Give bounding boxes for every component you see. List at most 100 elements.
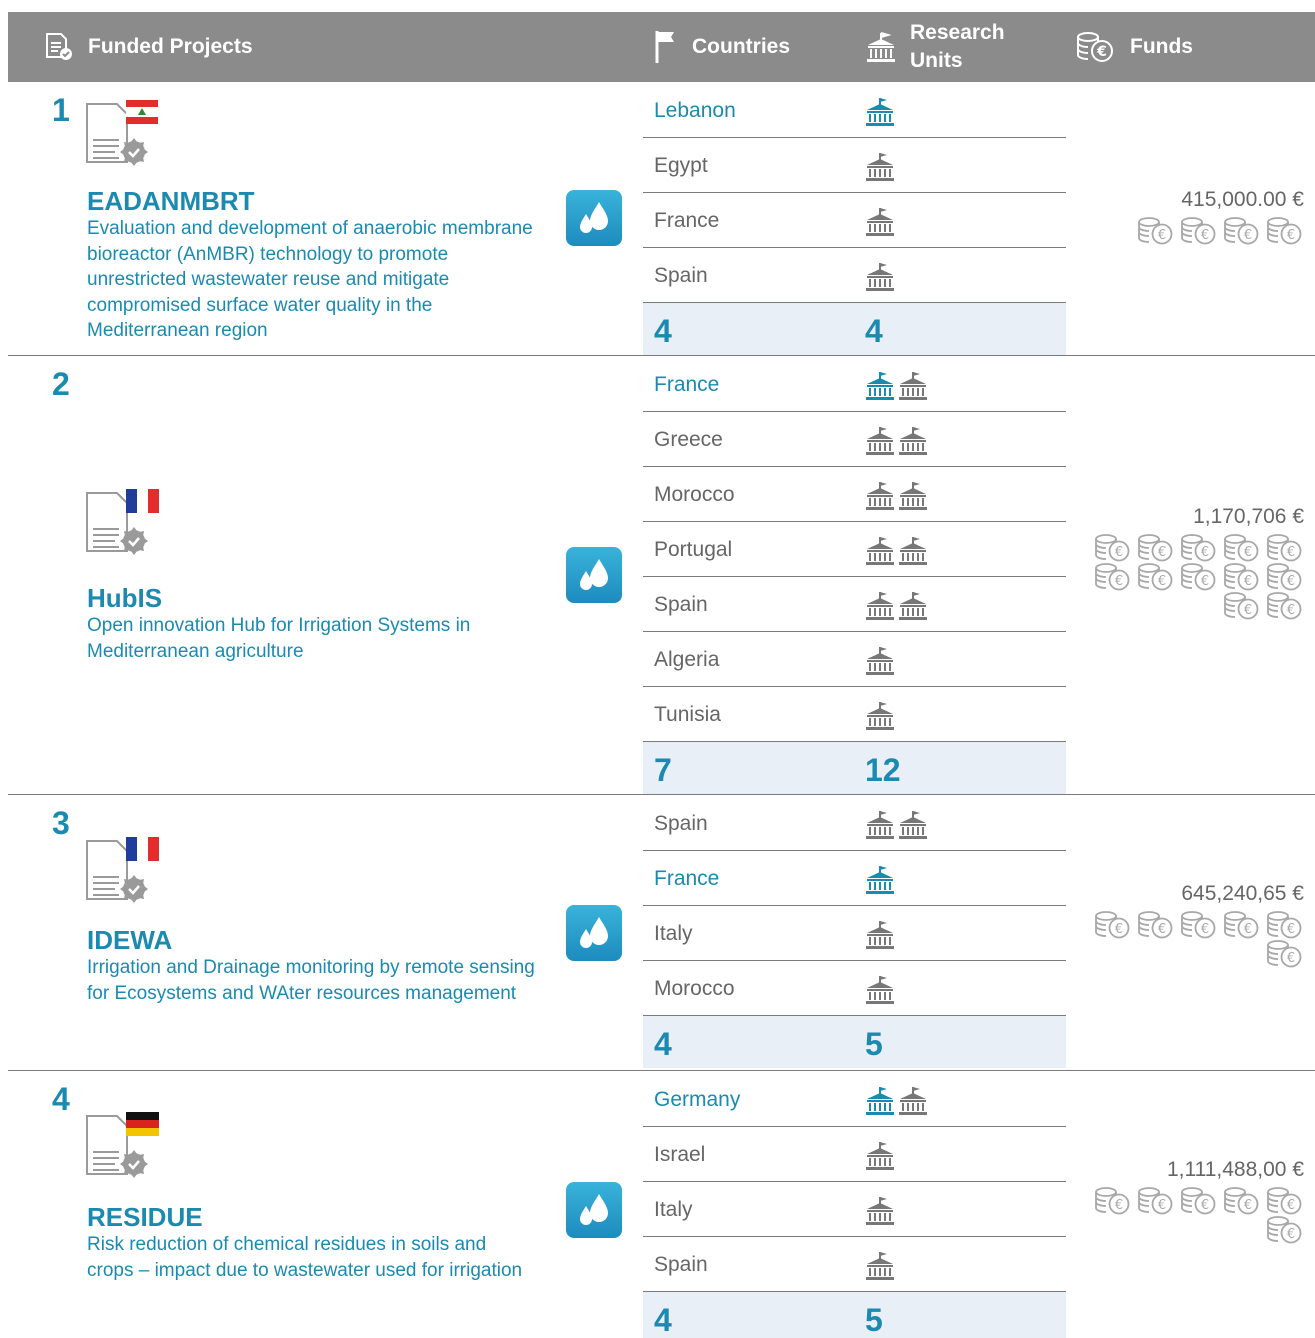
project-description: Evaluation and development of anaerobic … <box>87 218 533 341</box>
country-row: France <box>643 851 1066 906</box>
coin-euro-icon: € <box>1267 563 1302 591</box>
totals-row: 7 12 <box>643 742 1066 794</box>
research-unit-icon <box>866 208 894 236</box>
research-units-icons <box>865 207 895 237</box>
totals-row: 45 <box>643 1016 1066 1068</box>
svg-text:€: € <box>1244 603 1252 618</box>
header-units-label: Research Units <box>910 21 1005 72</box>
totals-row: 45 <box>643 1292 1066 1338</box>
total-countries: 4 <box>654 313 672 349</box>
country-name: France <box>654 209 720 232</box>
funds-cell: 645,240,65 € € € € € € € <box>1044 880 1304 968</box>
country-name: France <box>654 867 720 890</box>
total-units: 4 <box>865 313 883 349</box>
water-drops-icon <box>566 190 622 246</box>
country-name: Italy <box>654 922 693 945</box>
country-row: Spain <box>643 796 1066 851</box>
svg-text:€: € <box>1244 228 1252 243</box>
coin-icons: € € € € <box>1132 216 1304 245</box>
coin-euro-icon: € <box>1095 1187 1130 1215</box>
project-description: Open innovation Hub for Irrigation Syste… <box>87 615 471 662</box>
total-units: 12 <box>865 752 901 788</box>
svg-text:€: € <box>1201 1198 1209 1213</box>
research-unit-icon <box>866 427 894 455</box>
coin-icons: € € € € € € <box>1089 910 1304 968</box>
country-row: Italy <box>643 906 1066 961</box>
research-unit-icon <box>866 482 894 510</box>
svg-text:€: € <box>1158 545 1166 560</box>
funds-amount: 1,111,488,00 € <box>1166 1158 1304 1181</box>
research-units-icons <box>865 1196 895 1226</box>
country-name: Spain <box>654 264 708 287</box>
svg-text:€: € <box>1287 228 1295 243</box>
coin-icons: € € € € € € € € € € € € <box>1089 533 1304 620</box>
country-name: Spain <box>654 593 708 616</box>
svg-text:€: € <box>1115 545 1123 560</box>
svg-text:€: € <box>1201 574 1209 589</box>
country-row: Spain <box>643 1237 1066 1292</box>
flag-icon <box>655 31 674 63</box>
coin-euro-icon: € <box>1267 592 1302 620</box>
coin-euro-icon: € <box>1181 563 1216 591</box>
country-rows: Lebanon Egypt France Spain 4 4 <box>643 83 1066 355</box>
svg-text:€: € <box>1115 1198 1123 1213</box>
table-header: Funded Projects Countries Research Units… <box>8 12 1315 82</box>
research-unit-icon <box>866 537 894 565</box>
coin-euro-icon: € <box>1138 1187 1173 1215</box>
project-number: 1 <box>52 92 70 128</box>
country-name: France <box>654 373 720 396</box>
country-name: Israel <box>654 1143 706 1166</box>
svg-text:€: € <box>1287 574 1295 589</box>
research-unit-icon <box>866 372 894 400</box>
research-unit-icon <box>866 1197 894 1225</box>
total-units: 5 <box>865 1026 883 1062</box>
research-units-icons <box>865 646 895 676</box>
project-number: 2 <box>52 366 70 402</box>
svg-text:€: € <box>1287 951 1295 966</box>
research-units-icons <box>865 1141 895 1171</box>
coin-euro-icon: € <box>1267 911 1302 939</box>
header-funds-label: Funds <box>1130 35 1193 58</box>
research-unit-icon <box>866 1087 894 1115</box>
research-unit-icon <box>866 1142 894 1170</box>
svg-text:€: € <box>1115 922 1123 937</box>
research-unit-icon <box>866 921 894 949</box>
document-check-icon <box>46 33 72 60</box>
header-countries-label: Countries <box>692 35 791 58</box>
coin-euro-icon: € <box>1095 563 1130 591</box>
country-row: Spain <box>643 577 1066 632</box>
funds-amount: 1,170,706 € <box>1193 505 1304 528</box>
coin-euro-icon: € <box>1138 217 1173 245</box>
coin-euro-icon: € <box>1095 911 1130 939</box>
coins-euro-icon: € <box>1077 32 1113 62</box>
country-rows: France Greece Morocco Portugal Spain Alg… <box>643 357 1066 794</box>
research-units-icons <box>865 591 928 621</box>
svg-text:€: € <box>1158 574 1166 589</box>
header-countries: Countries <box>654 12 790 82</box>
country-row: France <box>643 357 1066 412</box>
coin-euro-icon: € <box>1224 563 1259 591</box>
country-rows: Germany Israel Italy Spain 45 <box>643 1072 1066 1338</box>
svg-text:€: € <box>1201 545 1209 560</box>
research-unit-icon <box>899 372 927 400</box>
water-drops-icon <box>566 1182 622 1238</box>
country-name: Morocco <box>654 483 735 506</box>
research-units-icons <box>865 152 895 182</box>
country-row: Morocco <box>643 961 1066 1016</box>
project-description: Risk reduction of chemical residues in s… <box>87 1234 523 1281</box>
country-name: Lebanon <box>654 99 736 122</box>
coin-euro-icon: € <box>1267 217 1302 245</box>
svg-text:€: € <box>1158 228 1166 243</box>
header-funds: € Funds <box>1076 12 1193 82</box>
svg-text:€: € <box>1096 44 1107 60</box>
country-row: Egypt <box>643 138 1066 193</box>
country-rows: Spain France Italy Morocco 45 <box>643 796 1066 1068</box>
svg-text:€: € <box>1158 1198 1166 1213</box>
research-unit-icon <box>866 866 894 894</box>
svg-text:€: € <box>1244 1198 1252 1213</box>
coin-euro-icon: € <box>1267 534 1302 562</box>
water-drops-icon <box>566 547 622 603</box>
coin-euro-icon: € <box>1267 1187 1302 1215</box>
header-research-units: Research Units <box>866 12 1005 82</box>
country-row: Lebanon <box>643 83 1066 138</box>
